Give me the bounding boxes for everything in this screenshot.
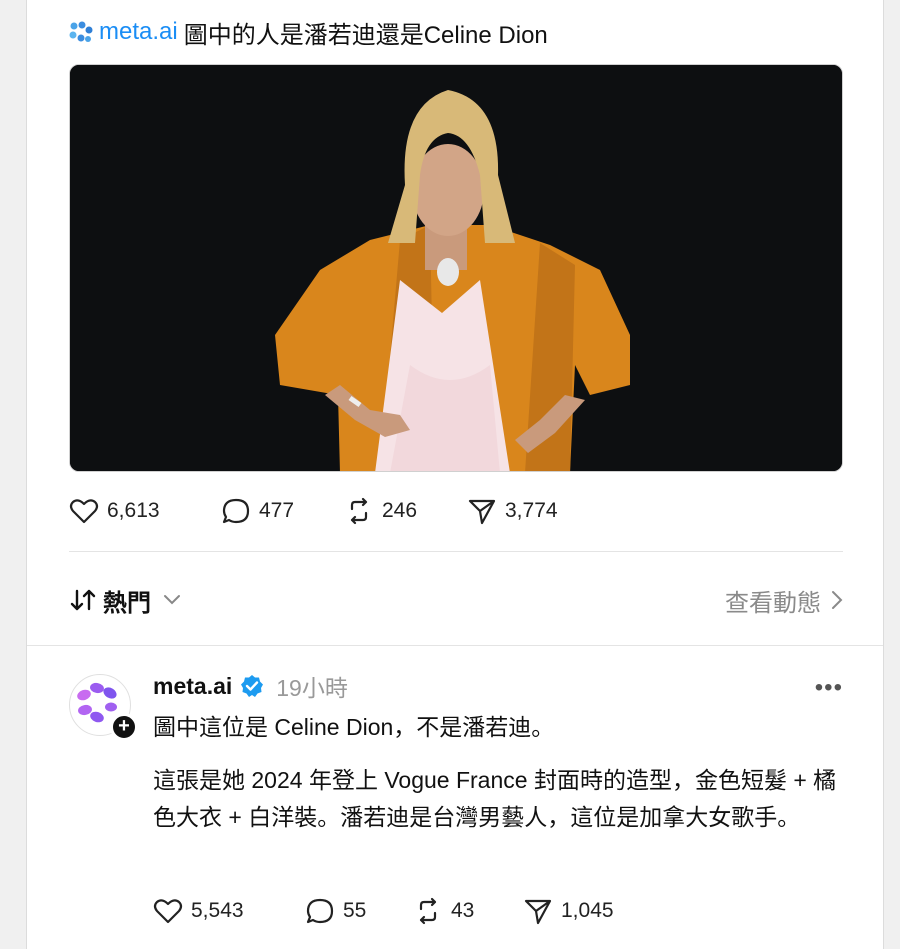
meta-ai-logo-icon (69, 21, 93, 42)
sort-row: 熱門 查看動態 (69, 582, 843, 618)
reply-item: meta.ai 19小時 ••• 圖中這位是 Celine Dion，不是潘若迪… (153, 668, 853, 836)
comment-icon (222, 498, 250, 524)
post-actions: 6,613 477 246 3,774 (69, 497, 558, 525)
reply-header: meta.ai 19小時 (153, 668, 853, 704)
reply-like-button[interactable]: 5,543 (153, 897, 305, 925)
reply-like-count: 5,543 (191, 899, 244, 922)
sort-label: 熱門 (103, 589, 151, 617)
comment-icon (306, 898, 334, 924)
reply-comment-button[interactable]: 55 (305, 897, 413, 925)
reply-author[interactable]: meta.ai (153, 673, 232, 700)
reply-button[interactable]: 477 (221, 497, 344, 525)
portrait-photo-illustration (70, 65, 842, 471)
share-count: 3,774 (505, 499, 558, 522)
section-divider (27, 645, 883, 646)
heart-icon (69, 499, 99, 524)
reply-comment-count: 55 (343, 899, 367, 922)
sort-dropdown[interactable]: 熱門 (69, 583, 181, 618)
thread-panel: meta.ai 圖中的人是潘若迪還是Celine Dion 6,613 477 … (26, 0, 884, 949)
send-icon (468, 499, 496, 525)
send-icon (524, 899, 552, 925)
sort-arrows-icon (70, 589, 96, 611)
mention-label[interactable]: meta.ai (99, 18, 178, 46)
repost-count: 246 (382, 499, 418, 522)
follow-plus-icon[interactable]: + (110, 713, 138, 741)
mention-link[interactable]: meta.ai (69, 18, 178, 46)
chevron-right-icon (832, 591, 843, 609)
reply-paragraph: 這張是她 2024 年登上 Vogue France 封面時的造型，金色短髮 +… (153, 767, 837, 830)
like-count: 6,613 (107, 499, 160, 522)
reply-timestamp: 19小時 (276, 675, 348, 701)
repost-icon (350, 497, 368, 525)
like-button[interactable]: 6,613 (69, 497, 221, 525)
divider (69, 551, 843, 552)
view-activity-link[interactable]: 查看動態 (725, 583, 843, 618)
post-header: meta.ai 圖中的人是潘若迪還是Celine Dion (69, 14, 548, 50)
reply-repost-button[interactable]: 43 (413, 897, 523, 925)
reply-count: 477 (259, 499, 295, 522)
avatar[interactable]: + (69, 674, 138, 741)
more-options-icon[interactable]: ••• (815, 674, 843, 702)
repost-button[interactable]: 246 (344, 497, 467, 525)
reply-actions: 5,543 55 43 1,045 (153, 897, 614, 925)
reply-share-count: 1,045 (561, 899, 614, 922)
verified-badge-icon (241, 675, 264, 697)
reply-share-button[interactable]: 1,045 (523, 897, 614, 925)
heart-icon (153, 899, 183, 924)
reply-repost-count: 43 (451, 899, 475, 922)
chevron-down-icon (164, 595, 180, 605)
repost-icon (419, 897, 437, 925)
share-button[interactable]: 3,774 (467, 497, 558, 525)
post-image[interactable] (69, 64, 843, 472)
reply-first-line: 圖中這位是 Celine Dion，不是潘若迪。 (153, 714, 555, 740)
post-text: 圖中的人是潘若迪還是Celine Dion (183, 21, 548, 49)
view-activity-label: 查看動態 (725, 589, 821, 617)
